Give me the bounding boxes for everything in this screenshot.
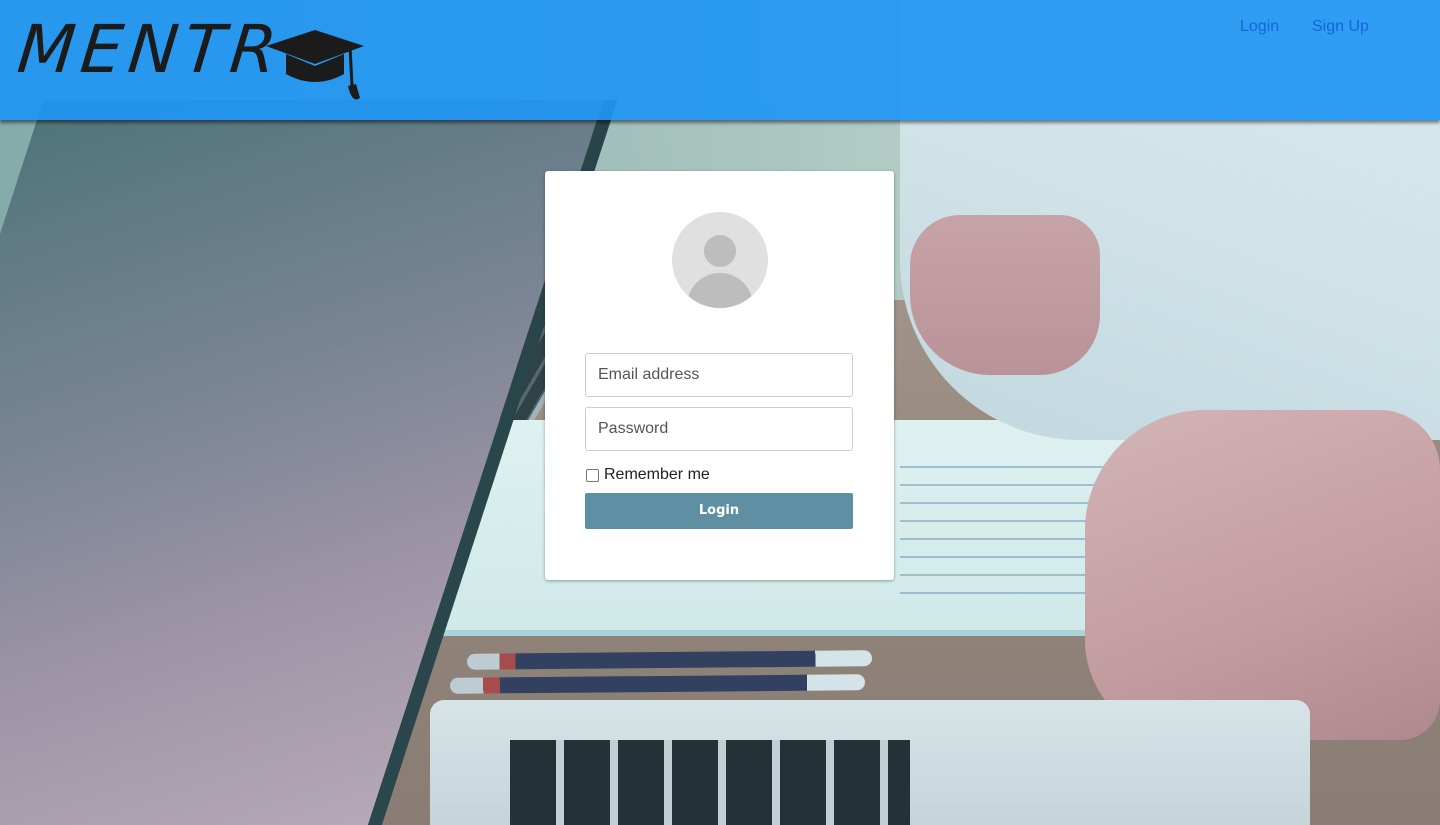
graduation-cap-icon — [260, 24, 370, 109]
remember-me-checkbox[interactable] — [586, 468, 599, 482]
nav-login-link[interactable]: Login — [1240, 17, 1279, 37]
logo-text: MENTR — [14, 11, 287, 88]
avatar-body — [687, 273, 753, 308]
remember-me-label[interactable]: Remember me — [604, 466, 710, 484]
password-field[interactable] — [585, 407, 853, 451]
login-page: MENTR Login Sign Up Remember me — [0, 0, 1440, 825]
top-header: MENTR Login Sign Up — [0, 0, 1440, 120]
user-avatar-icon — [672, 212, 768, 308]
nav-signup-link[interactable]: Sign Up — [1312, 17, 1369, 37]
email-field[interactable] — [585, 353, 853, 397]
avatar-head — [704, 235, 736, 267]
login-card: Remember me Login — [545, 171, 894, 580]
login-button[interactable]: Login — [585, 493, 853, 529]
remember-me-row[interactable]: Remember me — [585, 465, 710, 485]
